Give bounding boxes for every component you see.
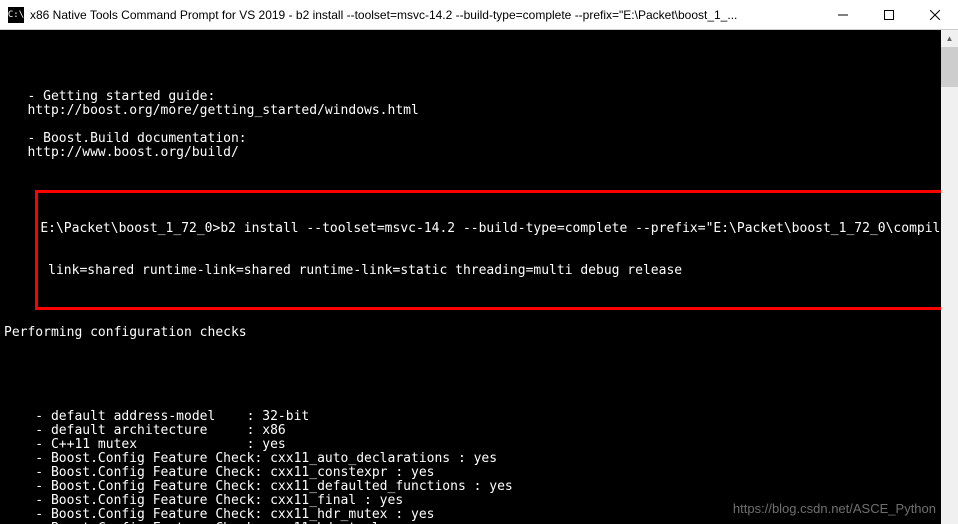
command-line-2: link=shared runtime-link=shared runtime-… (40, 264, 958, 278)
config-check-line: - default architecture : x86 (4, 424, 954, 438)
terminal-area[interactable]: - Getting started guide: http://boost.or… (0, 30, 958, 524)
output-line: http://www.boost.org/build/ (4, 146, 954, 160)
window-titlebar: C:\ x86 Native Tools Command Prompt for … (0, 0, 958, 30)
minimize-button[interactable] (820, 0, 866, 29)
maximize-icon (884, 10, 894, 20)
config-check-line: - default address-model : 32-bit (4, 410, 954, 424)
config-check-line: - Boost.Config Feature Check: cxx11_defa… (4, 480, 954, 494)
window-controls (820, 0, 958, 29)
maximize-button[interactable] (866, 0, 912, 29)
vertical-scrollbar[interactable]: ▲ (941, 30, 958, 524)
config-check-line: - Boost.Config Feature Check: cxx11_auto… (4, 452, 954, 466)
command-line-1: E:\Packet\boost_1_72_0>b2 install --tool… (40, 222, 958, 236)
window-title: x86 Native Tools Command Prompt for VS 2… (30, 8, 737, 22)
scroll-up-arrow[interactable]: ▲ (941, 30, 958, 47)
config-header: Performing configuration checks (4, 326, 954, 340)
highlighted-command: E:\Packet\boost_1_72_0>b2 install --tool… (35, 190, 958, 310)
blank-line (4, 368, 954, 382)
config-check-line: - Boost.Config Feature Check: cxx11_cons… (4, 466, 954, 480)
titlebar-left: C:\ x86 Native Tools Command Prompt for … (0, 7, 737, 23)
close-icon (930, 10, 940, 20)
output-line (4, 160, 954, 174)
cmd-icon: C:\ (8, 7, 24, 23)
watermark-text: https://blog.csdn.net/ASCE_Python (733, 501, 936, 516)
close-button[interactable] (912, 0, 958, 29)
output-line (4, 118, 954, 132)
config-check-line: - C++11 mutex : yes (4, 438, 954, 452)
terminal-content: - Getting started guide: http://boost.or… (4, 62, 954, 524)
minimize-icon (838, 10, 848, 20)
output-line: http://boost.org/more/getting_started/wi… (4, 104, 954, 118)
scrollbar-thumb[interactable] (941, 47, 958, 87)
output-line: - Boost.Build documentation: (4, 132, 954, 146)
output-line: - Getting started guide: (4, 90, 954, 104)
